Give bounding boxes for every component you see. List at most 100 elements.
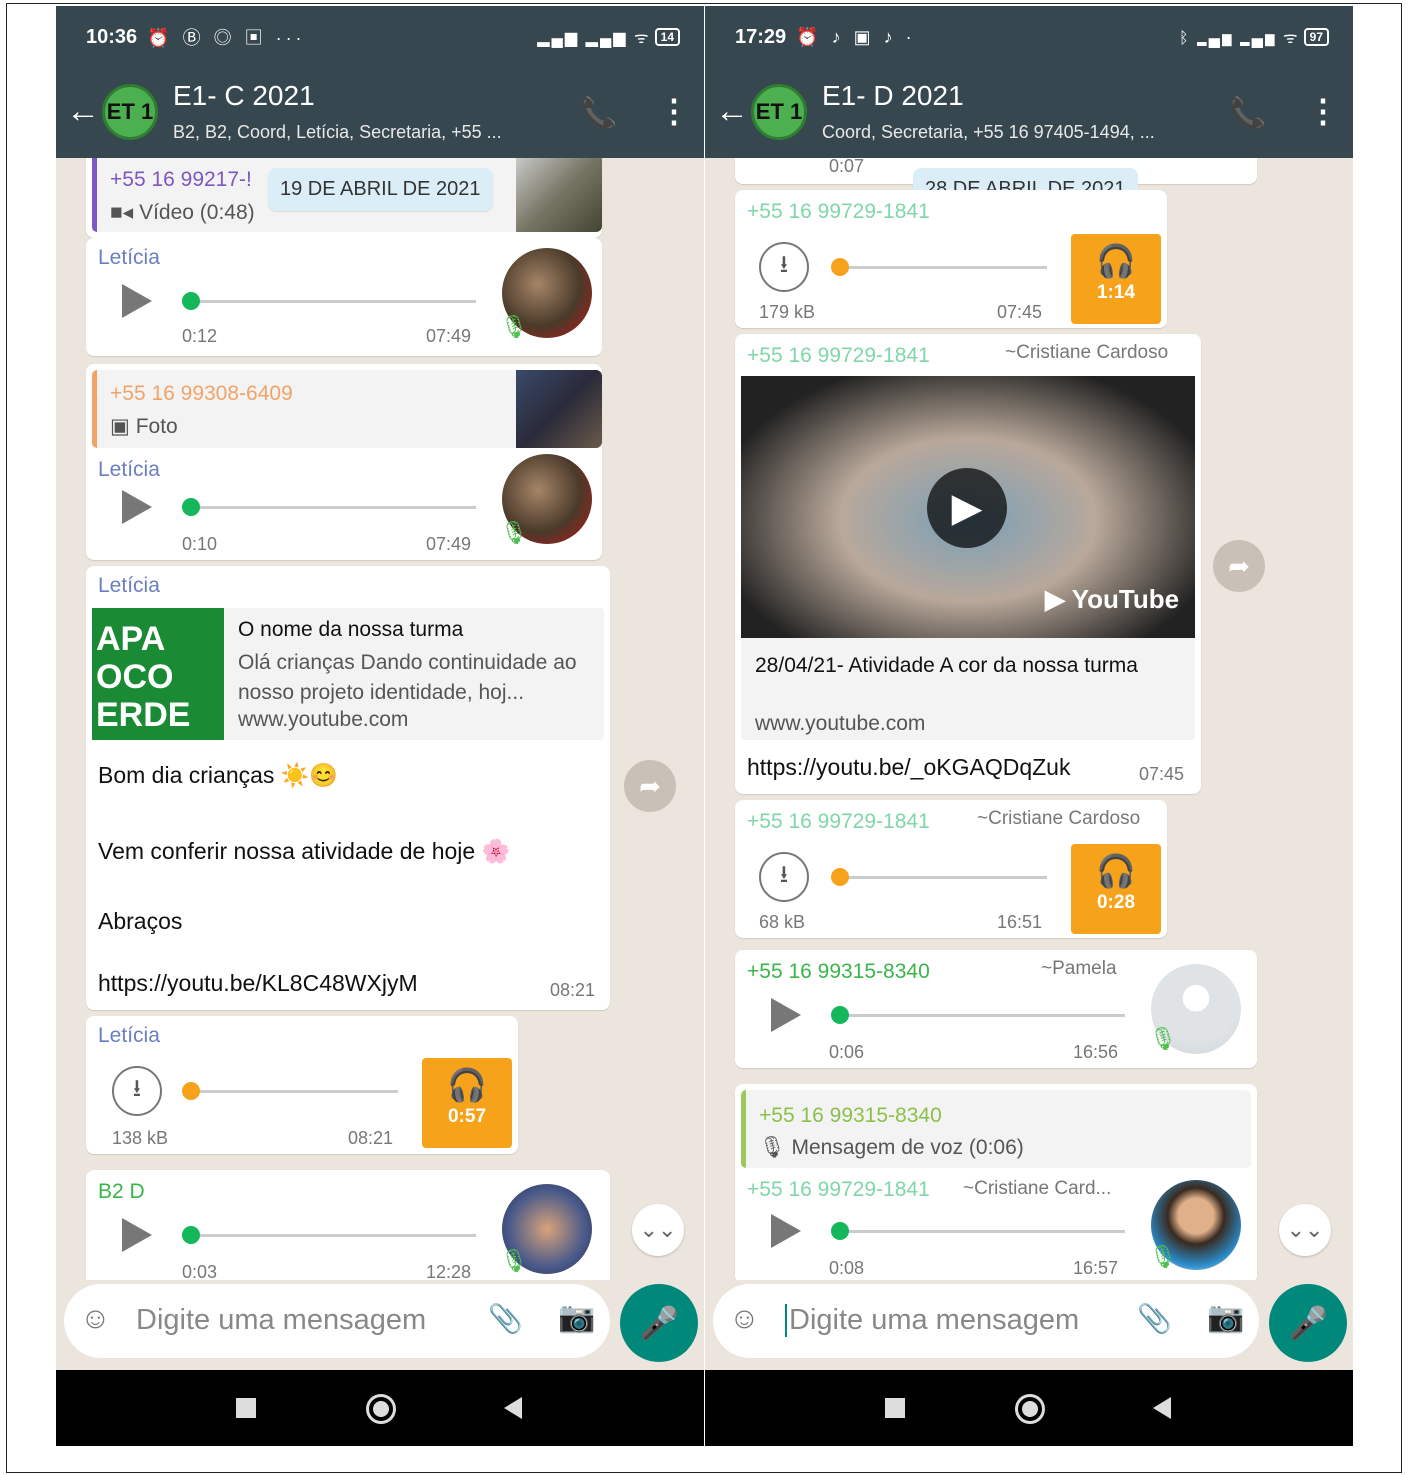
voice-message[interactable]: +55 16 99315-8340 ~Pamela 0:06 16:56 🎙 <box>735 950 1257 1068</box>
voice-message[interactable]: +55 16 99308-6409 ▣ Foto Letícia 0:10 07… <box>86 364 602 560</box>
audio-track[interactable] <box>186 1234 476 1237</box>
sender-display-name: ~Pamela <box>1041 958 1117 979</box>
nav-bar <box>705 1370 1353 1446</box>
mic-button[interactable]: 🎤 <box>620 1284 698 1362</box>
quoted-text: ▣ Foto <box>110 415 178 438</box>
group-avatar[interactable]: ET 1 <box>751 84 807 140</box>
chat-subtitle[interactable]: B2, B2, Coord, Letícia, Secretaria, +55 … <box>173 122 573 143</box>
back-arrow-icon[interactable]: ← <box>715 92 749 131</box>
add-call-icon[interactable]: 📞 <box>580 96 617 131</box>
message-input[interactable]: Digite uma mensagem <box>136 1304 426 1337</box>
download-icon[interactable]: ⭳ <box>112 1066 162 1116</box>
link-preview-description: Olá crianças Dando continuidade ao nosso… <box>238 651 577 704</box>
link-message[interactable]: Letícia APA OCO ERDE O nome da nossa tur… <box>86 566 610 1010</box>
audio-track[interactable] <box>835 1230 1125 1233</box>
recents-icon[interactable] <box>236 1398 256 1418</box>
audio-track[interactable] <box>186 506 476 509</box>
quoted-sender: +55 16 99217-! <box>110 168 252 191</box>
photo-thumbnail <box>516 370 602 448</box>
reply-voice-message[interactable]: +55 16 99315-8340 🎙 Mensagem de voz (0:0… <box>735 1084 1257 1280</box>
link-preview[interactable]: 28/04/21- Atividade A cor da nossa turma… <box>741 638 1195 740</box>
play-icon[interactable] <box>771 1214 801 1248</box>
emoji-icon[interactable]: ☺ <box>80 1302 111 1336</box>
chat-title[interactable]: E1- C 2021 <box>173 80 315 112</box>
link-preview[interactable]: APA OCO ERDE O nome da nossa turma Olá c… <box>92 608 604 740</box>
battery-icon: 97 <box>1303 28 1329 46</box>
audio-track[interactable] <box>835 266 1047 269</box>
attach-icon[interactable]: 📎 <box>1137 1302 1172 1335</box>
message-input-bar[interactable]: ☺ Digite uma mensagem 📎 📷 <box>713 1284 1259 1358</box>
more-options-icon[interactable]: ⋮ <box>1307 92 1339 130</box>
play-icon[interactable] <box>122 284 152 318</box>
notification-icons: ⏰ Ⓑ ◎ ▣ ··· <box>147 28 306 48</box>
chat-area[interactable]: 0:07 28 DE ABRIL DE 2021 +55 16 99729-18… <box>705 158 1353 1280</box>
voice-message[interactable]: +55 16 99729-1841 ~Cristiane Cardoso ⭳ 6… <box>735 800 1167 938</box>
message-input-bar[interactable]: ☺ Digite uma mensagem 📎 📷 <box>64 1284 610 1358</box>
play-icon[interactable] <box>771 998 801 1032</box>
headphones-icon: 🎧 <box>1096 243 1136 279</box>
attach-icon[interactable]: 📎 <box>488 1302 523 1335</box>
quoted-text: 🎙 Mensagem de voz (0:06) <box>759 1136 1024 1159</box>
message-link[interactable]: https://youtu.be/_oKGAQDqZuk <box>747 754 1070 781</box>
back-nav-icon[interactable] <box>504 1397 522 1419</box>
sender-name: +55 16 99729-1841 <box>747 200 930 223</box>
download-icon[interactable]: ⭳ <box>759 852 809 902</box>
sender-display-name: ~Cristiane Card... <box>963 1178 1112 1199</box>
phone-screen-right: 17:29 ⏰ ♪ ▣ ♪ · ᛒ ▂▄▆ ▂▄▆ ᯤ 97 ← ET 1 E1… <box>705 6 1353 1446</box>
voice-message[interactable]: Letícia ⭳ 138 kB 08:21 🎧 0:57 <box>86 1016 518 1154</box>
scroll-down-icon[interactable]: ⌄⌄ <box>632 1204 684 1256</box>
audio-seek-dot[interactable] <box>831 868 849 886</box>
chat-title[interactable]: E1- D 2021 <box>822 80 964 112</box>
forward-icon[interactable]: ➦ <box>624 760 676 812</box>
audio-seek-dot[interactable] <box>182 1226 200 1244</box>
audio-file-badge: 🎧 0:28 <box>1071 844 1161 934</box>
message-time: 16:57 <box>1073 1258 1119 1278</box>
emoji-icon[interactable]: ☺ <box>729 1302 760 1336</box>
audio-track[interactable] <box>186 300 476 303</box>
back-arrow-icon[interactable]: ← <box>66 92 100 131</box>
audio-seek-dot[interactable] <box>831 1006 849 1024</box>
voice-message[interactable]: B2 D 0:03 12:28 🎙 <box>86 1170 610 1280</box>
camera-icon[interactable]: 📷 <box>1207 1300 1244 1335</box>
headphones-icon: 🎧 <box>447 1067 487 1103</box>
video-icon: ■◂ <box>110 201 140 224</box>
play-icon[interactable]: ▶ <box>927 468 1007 548</box>
recents-icon[interactable] <box>885 1398 905 1418</box>
quoted-text: ■◂ Vídeo (0:48) <box>110 201 255 224</box>
add-call-icon[interactable]: 📞 <box>1229 96 1266 131</box>
play-icon[interactable] <box>122 490 152 524</box>
play-icon[interactable] <box>122 1218 152 1252</box>
audio-seek-dot[interactable] <box>831 1222 849 1240</box>
quoted-message[interactable]: +55 16 99315-8340 🎙 Mensagem de voz (0:0… <box>741 1090 1251 1168</box>
audio-track[interactable] <box>186 1090 398 1093</box>
audio-track[interactable] <box>835 876 1047 879</box>
audio-seek-dot[interactable] <box>182 292 200 310</box>
youtube-logo: ▶ YouTube <box>1045 584 1180 614</box>
audio-track[interactable] <box>835 1014 1125 1017</box>
audio-seek-dot[interactable] <box>182 1082 200 1100</box>
group-avatar[interactable]: ET 1 <box>102 84 158 140</box>
signal-icon: ▂▄▆ ▂▄▆ ᯤ <box>537 30 651 47</box>
voice-message[interactable]: Letícia 0:12 07:49 🎙 <box>86 238 602 356</box>
forward-icon[interactable]: ➦ <box>1213 540 1265 592</box>
home-icon[interactable] <box>366 1394 396 1424</box>
mic-button[interactable]: 🎤 <box>1269 1284 1347 1362</box>
sender-name: Letícia <box>98 1024 160 1047</box>
chat-area[interactable]: +55 16 99217-! ■◂ Vídeo (0:48) 19 DE ABR… <box>56 158 704 1280</box>
scroll-down-icon[interactable]: ⌄⌄ <box>1279 1204 1331 1256</box>
more-options-icon[interactable]: ⋮ <box>658 92 690 130</box>
audio-seek-dot[interactable] <box>831 258 849 276</box>
link-preview-domain: www.youtube.com <box>755 712 926 735</box>
back-nav-icon[interactable] <box>1153 1397 1171 1419</box>
headphones-icon: 🎧 <box>1096 853 1136 889</box>
camera-icon[interactable]: 📷 <box>558 1300 595 1335</box>
message-input[interactable]: Digite uma mensagem <box>785 1304 1079 1337</box>
voice-message[interactable]: +55 16 99729-1841 ⭳ 179 kB 07:45 🎧 1:14 <box>735 190 1167 328</box>
quoted-message[interactable]: +55 16 99308-6409 ▣ Foto <box>92 370 602 448</box>
video-link-message[interactable]: +55 16 99729-1841 ~Cristiane Cardoso ▶ ▶… <box>735 334 1201 794</box>
home-icon[interactable] <box>1015 1394 1045 1424</box>
audio-seek-dot[interactable] <box>182 498 200 516</box>
message-link[interactable]: https://youtu.be/KL8C48WXjyM <box>98 970 418 997</box>
chat-subtitle[interactable]: Coord, Secretaria, +55 16 97405-1494, ..… <box>822 122 1222 143</box>
download-icon[interactable]: ⭳ <box>759 242 809 292</box>
